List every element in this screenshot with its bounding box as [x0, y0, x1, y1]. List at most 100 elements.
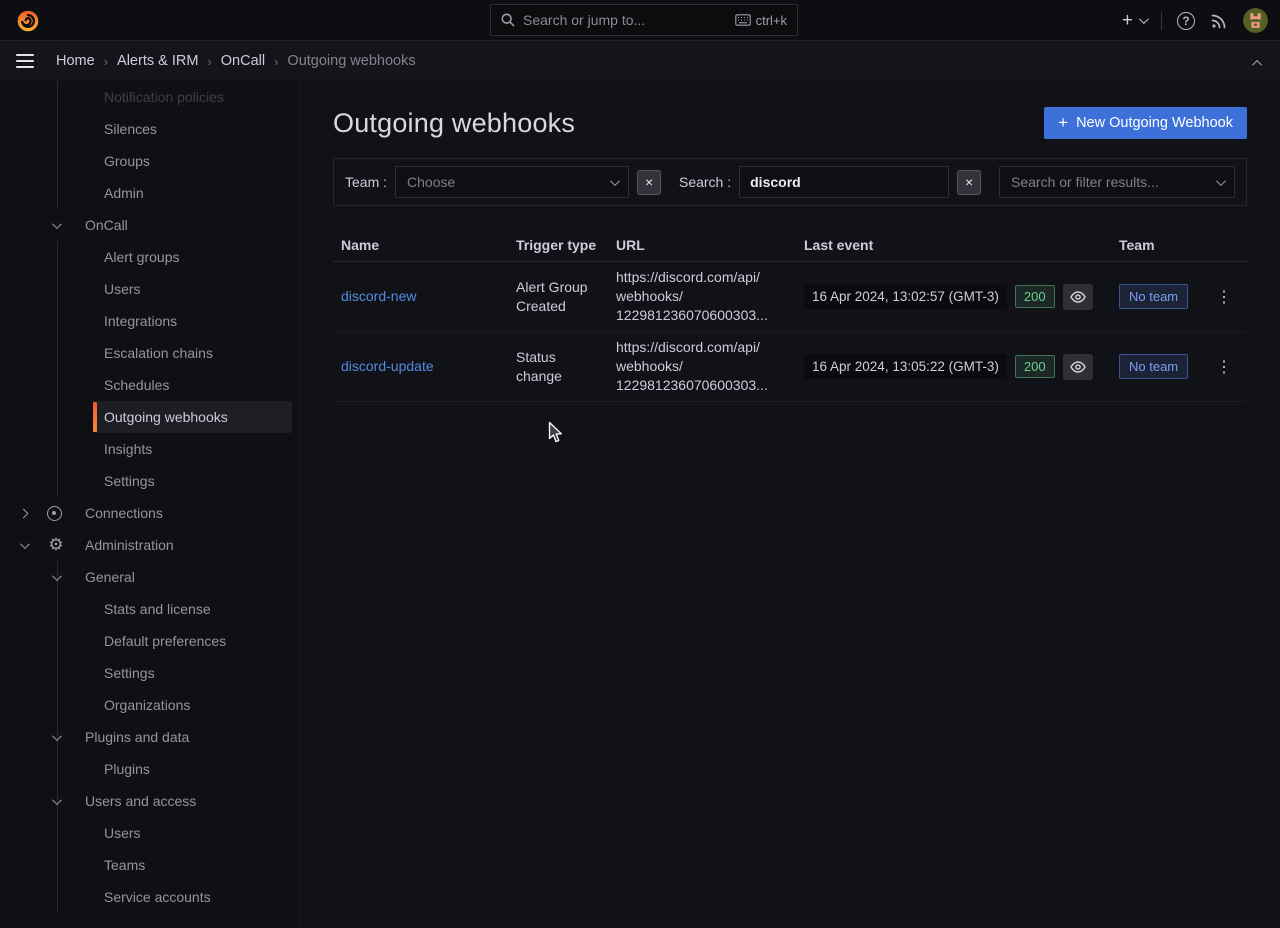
clear-search-button[interactable] — [957, 170, 981, 195]
view-event-button[interactable] — [1063, 354, 1093, 380]
webhook-name-link[interactable]: discord-new — [341, 288, 416, 304]
team-cell: No team — [1111, 354, 1201, 380]
news-button[interactable] — [1210, 12, 1228, 30]
sidebar-item-alert-groups[interactable]: Alert groups — [0, 241, 299, 273]
sidebar-item-label: Groups — [104, 153, 150, 169]
grafana-logo-icon[interactable] — [15, 8, 41, 34]
sidebar-item-label: Organizations — [104, 697, 190, 713]
search-input[interactable]: Search or jump to... ctrl+k — [490, 4, 798, 36]
sidebar-item-escalation-chains[interactable]: Escalation chains — [0, 337, 299, 369]
chevron-down-icon — [610, 176, 620, 186]
sidebar-item-users[interactable]: Users — [0, 817, 299, 849]
team-badge: No team — [1119, 354, 1188, 380]
column-header-last-event: Last event — [798, 237, 1111, 253]
user-avatar[interactable] — [1243, 8, 1268, 33]
sidebar-item-label: Stats and license — [104, 601, 211, 617]
search-filter-label: Search : — [679, 174, 731, 190]
clear-team-button[interactable] — [637, 170, 661, 195]
sidebar-item-default-preferences[interactable]: Default preferences — [0, 625, 299, 657]
webhooks-table: Name Trigger type URL Last event Team di… — [333, 229, 1247, 402]
collapse-header-button[interactable] — [1255, 55, 1262, 70]
last-event-timestamp: 16 Apr 2024, 13:05:22 (GMT-3) — [804, 354, 1007, 379]
sidebar-item-organizations[interactable]: Organizations — [0, 689, 299, 721]
sidebar-item-silences[interactable]: Silences — [0, 113, 299, 145]
help-button[interactable] — [1177, 12, 1195, 30]
chevron-up-icon — [1252, 60, 1262, 70]
new-menu-button[interactable] — [1122, 11, 1146, 30]
nav-chevron-icon — [52, 731, 62, 741]
sidebar-item-teams[interactable]: Teams — [0, 849, 299, 881]
sidebar-item-connections[interactable]: Connections — [0, 497, 299, 529]
status-badge: 200 — [1015, 355, 1055, 379]
sidebar-item-outgoing-webhooks[interactable]: Outgoing webhooks — [0, 401, 299, 433]
sidebar-item-label: Admin — [104, 185, 144, 201]
sidebar-item-stats-and-license[interactable]: Stats and license — [0, 593, 299, 625]
new-outgoing-webhook-button[interactable]: New Outgoing Webhook — [1044, 107, 1247, 139]
breadcrumb-home[interactable]: Home — [56, 53, 95, 69]
sidebar-item-label: Escalation chains — [104, 345, 213, 361]
breadcrumb-oncall[interactable]: OnCall — [221, 53, 265, 69]
column-header-name: Name — [333, 237, 508, 253]
filter-results-select[interactable]: Search or filter results... — [999, 166, 1235, 198]
sidebar-item-admin[interactable]: Admin — [0, 177, 299, 209]
nav-chevron-icon — [20, 539, 30, 549]
sidebar-item-users-and-access[interactable]: Users and access — [0, 785, 299, 817]
team-select[interactable]: Choose — [395, 166, 629, 198]
plus-icon — [1058, 114, 1068, 132]
table-body: discord-new Alert Group Created https://… — [333, 262, 1247, 402]
eye-icon — [1070, 361, 1086, 373]
sidebar-item-label: Administration — [85, 537, 174, 553]
menu-toggle-button[interactable] — [16, 49, 40, 73]
sidebar-item-label: Outgoing webhooks — [104, 409, 228, 425]
webhook-row-discord-update: discord-update Status change https://dis… — [333, 332, 1247, 402]
view-event-button[interactable] — [1063, 284, 1093, 310]
topbar-actions — [1122, 0, 1268, 41]
shortcut-hint: ctrl+k — [735, 13, 787, 28]
eye-icon — [1070, 291, 1086, 303]
nav-chevron-icon — [52, 571, 62, 581]
sidebar-item-settings[interactable]: Settings — [0, 465, 299, 497]
sidebar-item-label: Users and access — [85, 793, 196, 809]
sidebar-item-label: Insights — [104, 441, 152, 457]
nav-chevron-icon — [19, 508, 29, 518]
sidebar-item-label: Plugins and data — [85, 729, 189, 745]
sidebar-item-administration[interactable]: Administration — [0, 529, 299, 561]
column-header-team: Team — [1111, 237, 1201, 253]
sidebar-item-label: Users — [104, 825, 141, 841]
team-select-value: Choose — [407, 174, 455, 190]
sidebar-item-plugins-and-data[interactable]: Plugins and data — [0, 721, 299, 753]
sidebar-item-label: Silences — [104, 121, 157, 137]
webhook-row-discord-new: discord-new Alert Group Created https://… — [333, 262, 1247, 332]
webhook-name-link[interactable]: discord-update — [341, 358, 434, 374]
sidebar-item-notification-policies[interactable]: Notification policies — [0, 81, 299, 113]
team-badge: No team — [1119, 284, 1188, 310]
breadcrumb-alerts-irm[interactable]: Alerts & IRM — [117, 53, 198, 69]
sidebar-item-groups[interactable]: Groups — [0, 145, 299, 177]
sidebar-item-users[interactable]: Users — [0, 273, 299, 305]
sidebar-item-oncall[interactable]: OnCall — [0, 209, 299, 241]
nav-chevron-icon — [52, 219, 62, 229]
webhook-search-input[interactable] — [739, 166, 949, 198]
sidebar-item-label: Settings — [104, 665, 155, 681]
row-actions-button[interactable] — [1210, 285, 1238, 309]
divider — [1161, 12, 1162, 30]
nav-section-icon — [47, 506, 62, 521]
sidebar-item-general[interactable]: General — [0, 561, 299, 593]
row-actions-button[interactable] — [1210, 355, 1238, 379]
column-header-trigger-type: Trigger type — [508, 237, 608, 253]
sidebar-item-settings[interactable]: Settings — [0, 657, 299, 689]
table-header-row: Name Trigger type URL Last event Team — [333, 229, 1247, 262]
sidebar-item-integrations[interactable]: Integrations — [0, 305, 299, 337]
sidebar-item-label: General — [85, 569, 135, 585]
breadcrumb-separator: › — [274, 54, 278, 69]
rss-icon — [1210, 12, 1228, 30]
column-header-url: URL — [608, 237, 798, 253]
sidebar-item-schedules[interactable]: Schedules — [0, 369, 299, 401]
sidebar-item-insights[interactable]: Insights — [0, 433, 299, 465]
trigger-type-cell: Status change — [508, 348, 608, 386]
sidebar-item-plugins[interactable]: Plugins — [0, 753, 299, 785]
breadcrumb-separator: › — [104, 54, 108, 69]
search-placeholder: Search or jump to... — [523, 12, 727, 28]
sidebar-item-service-accounts[interactable]: Service accounts — [0, 881, 299, 913]
top-bar: Search or jump to... ctrl+k — [0, 0, 1280, 41]
